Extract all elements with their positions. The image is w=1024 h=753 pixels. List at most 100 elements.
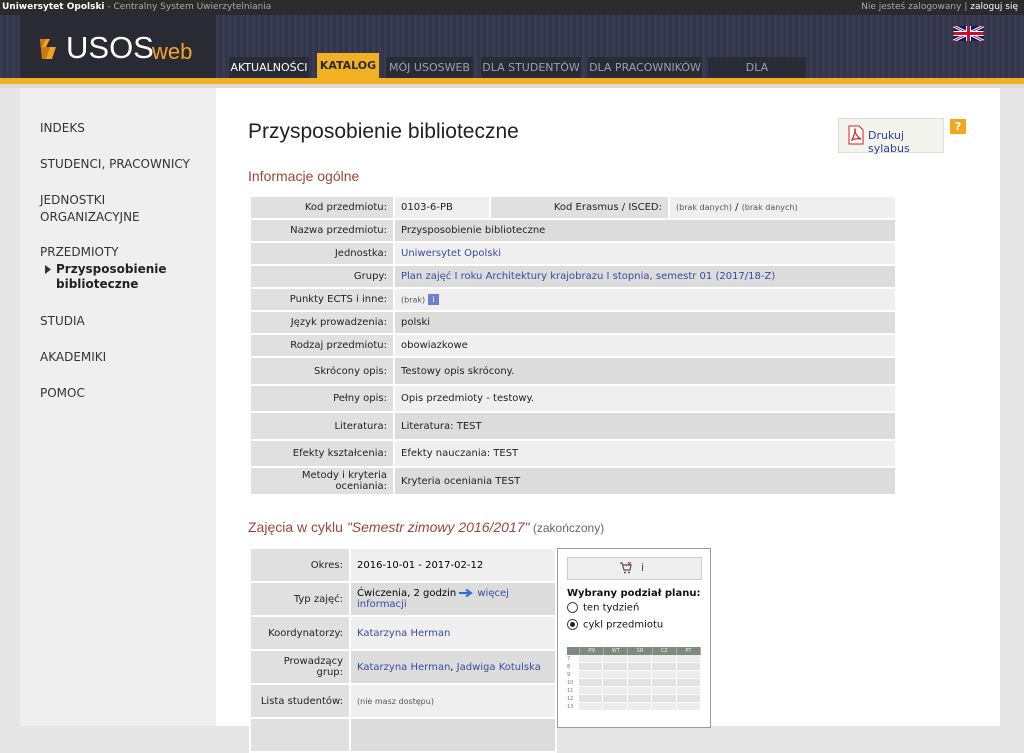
login-status: Nie jesteś zalogowany xyxy=(861,2,962,12)
english-flag-icon[interactable] xyxy=(953,26,984,41)
table-row: Grupy: Plan zajęć I roku Architektury kr… xyxy=(249,264,897,289)
radio-course-cycle[interactable] xyxy=(567,619,578,630)
value-skrocony: Testowy opis skrócony. xyxy=(393,356,897,386)
sidebar-item-przedmioty[interactable]: PRZEDMIOTY xyxy=(40,244,119,261)
label-literatura: Literatura: xyxy=(249,411,395,441)
tab-dla-pracownikow[interactable]: DLA PRACOWNIKÓW xyxy=(588,57,702,78)
table-row: Pełny opis: Opis przedmioty - testowy. xyxy=(249,384,897,413)
label-nazwa: Nazwa przedmiotu: xyxy=(249,218,395,243)
schedule-view-title: Wybrany podział planu: xyxy=(567,588,701,599)
sidebar-subitem-line1: Przysposobienie xyxy=(56,262,167,276)
value-metody: Kryteria oceniania TEST xyxy=(393,466,897,496)
label-lista: Lista studentów: xyxy=(249,683,351,719)
schedule-grid: PN WT ŚR CZ PT 7 8 9 10 11 12 13 xyxy=(567,647,702,711)
info-icon[interactable]: i xyxy=(428,293,440,305)
page-title: Przysposobienie biblioteczne xyxy=(248,120,519,143)
lista-value: (nie masz dostępu) xyxy=(357,696,434,706)
jednostka-link[interactable]: Uniwersytet Opolski xyxy=(401,248,501,259)
table-row: Okres: 2016-10-01 - 2017-02-12 xyxy=(249,547,557,583)
tab-aktualnosci[interactable]: AKTUALNOŚCI xyxy=(229,57,309,78)
day-header: PN xyxy=(580,647,605,655)
sidebar-item-studenci[interactable]: STUDENCI, PRACOWNICY xyxy=(40,156,190,173)
option-this-week[interactable]: ten tydzień xyxy=(567,602,639,614)
print-syllabus-button[interactable]: Drukuj sylabus xyxy=(838,118,944,155)
option-course-cycle-label: cykl przedmiotu xyxy=(583,619,664,631)
value-pelny: Opis przedmioty - testowy. xyxy=(393,384,897,413)
hour-label: 8 xyxy=(567,663,579,671)
login-link[interactable]: zaloguj się xyxy=(970,2,1018,12)
usos-logo-icon xyxy=(40,39,56,59)
schedule-row: 12 xyxy=(567,695,702,703)
isced-code: (brak danych) xyxy=(741,203,798,212)
cycle-name: "Semestr zimowy 2016/2017" xyxy=(346,519,530,535)
label-rodzaj: Rodzaj przedmiotu: xyxy=(249,333,395,358)
university-name: Uniwersytet Opolski xyxy=(2,2,105,12)
table-row: Nazwa przedmiotu: Przysposobienie biblio… xyxy=(249,218,897,243)
cart-icon[interactable] xyxy=(620,562,632,574)
day-header: CZ xyxy=(653,647,677,655)
current-item-bullet-icon xyxy=(45,265,51,274)
label-okres: Okres: xyxy=(249,547,351,583)
value-typ: Ćwiczenia, 2 godzin więcej informacji xyxy=(349,581,557,617)
value-erasmus: (brak danych) / (brak danych) xyxy=(668,195,897,220)
value-literatura: Literatura: TEST xyxy=(393,411,897,441)
table-row: Prowadzący grup: Katarzyna Herman, Jadwi… xyxy=(249,649,557,685)
label-erasmus: Kod Erasmus / ISCED: xyxy=(489,195,670,220)
sidebar-subitem-line2: biblioteczne xyxy=(56,277,139,291)
sidebar-item-pomoc[interactable]: POMOC xyxy=(40,385,85,402)
info-icon[interactable]: i xyxy=(641,561,644,574)
teacher-link[interactable]: Jadwiga Kotulska xyxy=(457,662,541,673)
hour-label: 10 xyxy=(567,679,579,687)
pdf-icon xyxy=(848,125,864,145)
sidebar: INDEKS STUDENCI, PRACOWNICY JEDNOSTKI ORG… xyxy=(20,88,216,726)
tab-katalog[interactable]: KATALOG xyxy=(317,53,379,78)
table-row: Lista studentów: (nie masz dostępu) xyxy=(249,683,557,719)
teacher-link[interactable]: Katarzyna Herman xyxy=(357,662,450,673)
label-ects: Punkty ECTS i inne: xyxy=(249,287,395,312)
erasmus-separator: / xyxy=(731,202,742,213)
grupy-link[interactable]: Plan zajęć I roku Architektury krajobraz… xyxy=(401,271,775,282)
tab-dla-wszystkich[interactable]: DLA WSZYSTKICH xyxy=(708,57,806,95)
table-row: Literatura: Literatura: TEST xyxy=(249,411,897,441)
top-bar: Uniwersytet Opolski - Centralny System U… xyxy=(0,0,1024,15)
table-row: Typ zajęć: Ćwiczenia, 2 godzin więcej in… xyxy=(249,581,557,617)
hour-label: 12 xyxy=(567,695,579,703)
label-skrocony: Skrócony opis: xyxy=(249,356,395,386)
coordinator-link[interactable]: Katarzyna Herman xyxy=(357,628,450,639)
top-bar-right: Nie jesteś zalogowany | zaloguj się xyxy=(861,0,1018,14)
tab-moj-usosweb[interactable]: MÓJ USOSWEB xyxy=(386,57,473,78)
sidebar-item-indeks[interactable]: INDEKS xyxy=(40,120,85,137)
day-header: ŚR xyxy=(628,647,653,655)
section-cycle: Zajęcia w cyklu "Semestr zimowy 2016/201… xyxy=(248,519,604,535)
cycle-info-table: Okres: 2016-10-01 - 2017-02-12 Typ zajęć… xyxy=(249,547,557,753)
table-row xyxy=(249,717,557,753)
table-row: Skrócony opis: Testowy opis skrócony. xyxy=(249,356,897,386)
schedule-widget: i Wybrany podział planu: ten tydzień cyk… xyxy=(557,548,711,728)
radio-this-week[interactable] xyxy=(567,602,578,613)
value-prowadzacy: Katarzyna Herman, Jadwiga Kotulska xyxy=(349,649,557,685)
sidebar-item-jednostki-line1: JEDNOSTKI xyxy=(40,193,106,207)
label-prowadzacy: Prowadzący grup: xyxy=(249,649,351,685)
value-koordynatorzy: Katarzyna Herman xyxy=(349,615,557,651)
schedule-row: 10 xyxy=(567,679,702,687)
table-row: Jednostka: Uniwersytet Opolski xyxy=(249,241,897,266)
sidebar-item-jednostki[interactable]: JEDNOSTKI ORGANIZACYJNE xyxy=(40,192,140,226)
value-jezyk: polski xyxy=(393,310,897,335)
ects-value: (brak) xyxy=(401,295,426,305)
sidebar-subitem-current[interactable]: Przysposobienie biblioteczne xyxy=(56,262,167,292)
option-course-cycle[interactable]: cykl przedmiotu xyxy=(567,619,663,631)
table-row: Metody i kryteria oceniania: Kryteria oc… xyxy=(249,466,897,496)
divider: | xyxy=(961,2,971,12)
schedule-row: 13 xyxy=(567,703,702,711)
tab-dla-studentow[interactable]: DLA STUDENTÓW xyxy=(481,57,581,78)
sidebar-item-akademiki[interactable]: AKADEMIKI xyxy=(40,349,106,366)
label-koordynatorzy: Koordynatorzy: xyxy=(249,615,351,651)
schedule-toolbar: i xyxy=(567,557,702,580)
section-general-info: Informacje ogólne xyxy=(248,168,360,184)
help-icon[interactable]: ? xyxy=(950,119,966,134)
hour-label: 7 xyxy=(567,655,579,663)
hour-label: 9 xyxy=(567,671,579,679)
typ-value: Ćwiczenia, 2 godzin xyxy=(357,588,457,599)
table-row: Punkty ECTS i inne: (brak) i xyxy=(249,287,897,312)
sidebar-item-studia[interactable]: STUDIA xyxy=(40,313,85,330)
